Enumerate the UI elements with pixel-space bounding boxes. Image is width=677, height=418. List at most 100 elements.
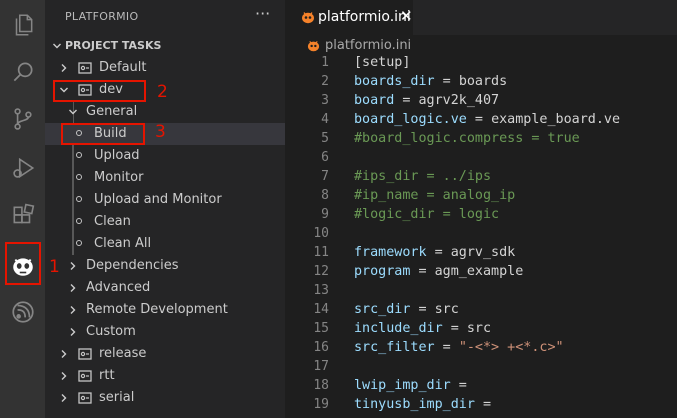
task-monitor[interactable]: Monitor xyxy=(45,167,285,189)
code-line: 15 include_dir = src xyxy=(285,319,677,338)
project-tasks-header[interactable]: PROJECT TASKS xyxy=(45,35,285,57)
task-circle-icon xyxy=(76,152,82,158)
line-number: 13 xyxy=(313,283,329,298)
task-label: Monitor xyxy=(94,170,144,185)
line-number: 3 xyxy=(321,93,329,108)
task-upload[interactable]: Upload xyxy=(45,145,285,167)
environment-icon xyxy=(78,348,92,360)
tree-item-default[interactable]: Default xyxy=(45,57,285,79)
code-line: 4 board_logic.ve = example_board.ve xyxy=(285,110,677,129)
annotation-number-3: 3 xyxy=(155,122,166,142)
line-number: 6 xyxy=(321,150,329,165)
line-number: 15 xyxy=(313,321,329,336)
search-icon[interactable] xyxy=(0,50,45,94)
tree-item-label: release xyxy=(99,346,147,361)
line-number: 4 xyxy=(321,112,329,127)
tree-item-serial[interactable]: serial xyxy=(45,387,285,409)
task-circle-icon xyxy=(76,218,82,224)
section-title: PROJECT TASKS xyxy=(65,39,162,52)
task-label: Upload xyxy=(94,148,140,163)
code-text: boards_dir = boards xyxy=(354,74,508,89)
tree-item-label: General xyxy=(86,104,138,119)
tree-item-label: Default xyxy=(99,60,147,75)
code-line: 8 #ip_name = analog_ip xyxy=(285,186,677,205)
code-text: [setup] xyxy=(354,55,411,70)
more-actions-icon[interactable]: ··· xyxy=(255,4,270,23)
task-label: Clean xyxy=(94,214,131,229)
line-number: 1 xyxy=(321,55,329,70)
tree-item-label: serial xyxy=(99,390,135,405)
tree-item-release[interactable]: release xyxy=(45,343,285,365)
line-number: 18 xyxy=(313,378,329,393)
chevron-right-icon xyxy=(67,277,79,299)
tree-item-advanced[interactable]: Advanced xyxy=(45,277,285,299)
environment-icon xyxy=(78,62,92,74)
code-text: #logic_dir = logic xyxy=(354,207,500,222)
chevron-down-icon xyxy=(51,35,63,57)
chevron-right-icon xyxy=(58,365,70,387)
line-number: 12 xyxy=(313,264,329,279)
tree-item-label: rtt xyxy=(99,368,115,383)
task-clean[interactable]: Clean xyxy=(45,211,285,233)
chevron-right-icon xyxy=(67,255,79,277)
code-line: 19 tinyusb_imp_dir = xyxy=(285,395,677,414)
tree-item-dependencies[interactable]: Dependencies xyxy=(45,255,285,277)
code-line: 7 #ips_dir = ../ips xyxy=(285,167,677,186)
task-label: Upload and Monitor xyxy=(94,192,222,207)
annotation-box-2 xyxy=(53,80,146,102)
run-debug-icon[interactable] xyxy=(0,146,45,190)
tree-item-label: Custom xyxy=(86,324,136,339)
task-circle-icon xyxy=(76,196,82,202)
line-number: 11 xyxy=(313,245,329,260)
line-number: 16 xyxy=(313,340,329,355)
tab-label: platformio.ini xyxy=(318,9,411,25)
chevron-right-icon xyxy=(58,57,70,79)
annotation-box-1 xyxy=(5,242,41,285)
code-line: 10 xyxy=(285,224,677,243)
line-number: 9 xyxy=(321,207,329,222)
source-control-icon[interactable] xyxy=(0,97,45,141)
tree-item-label: Remote Development xyxy=(86,302,228,317)
code-line: 17 xyxy=(285,357,677,376)
code-line: 1 [setup] xyxy=(285,53,677,72)
task-upload-and-monitor[interactable]: Upload and Monitor xyxy=(45,189,285,211)
task-circle-icon xyxy=(76,174,82,180)
platformio-file-icon xyxy=(302,12,314,24)
chevron-right-icon xyxy=(67,299,79,321)
line-number: 19 xyxy=(313,397,329,412)
tree-item-rtt[interactable]: rtt xyxy=(45,365,285,387)
code-line: 3 board = agrv2k_407 xyxy=(285,91,677,110)
close-icon[interactable]: ✕ xyxy=(400,7,413,25)
environment-icon xyxy=(78,370,92,382)
chevron-right-icon xyxy=(67,321,79,343)
code-text: board = agrv2k_407 xyxy=(354,93,500,108)
editor-tab-bar: platformio.ini ✕ xyxy=(285,0,677,35)
code-line: 13 xyxy=(285,281,677,300)
activity-bar xyxy=(0,0,45,418)
code-line: 6 xyxy=(285,148,677,167)
line-number: 17 xyxy=(313,359,329,374)
code-line: 16 src_filter = "-<*> +<*.c>" xyxy=(285,338,677,357)
tab-platformio-ini[interactable]: platformio.ini ✕ xyxy=(285,0,413,35)
explorer-icon[interactable] xyxy=(0,3,45,47)
code-line: 12 program = agm_example xyxy=(285,262,677,281)
code-text: include_dir = src xyxy=(354,321,492,336)
code-text: src_filter = "-<*> +<*.c>" xyxy=(354,340,564,355)
line-number: 8 xyxy=(321,188,329,203)
extensions-icon[interactable] xyxy=(0,194,45,238)
task-clean-all[interactable]: Clean All xyxy=(45,233,285,255)
code-line: 2 boards_dir = boards xyxy=(285,72,677,91)
sidebar-title: PLATFORMIO xyxy=(65,10,139,23)
code-editor[interactable]: 1 [setup] 2 boards_dir = boards 3 board = agr… xyxy=(285,55,677,418)
tree-item-general[interactable]: General xyxy=(45,101,285,123)
code-text: #ips_dir = ../ips xyxy=(354,169,492,184)
code-line: 5 #board_logic.compress = true xyxy=(285,129,677,148)
tree-item-remote-development[interactable]: Remote Development xyxy=(45,299,285,321)
code-text: program = agm_example xyxy=(354,264,524,279)
code-line: 14 src_dir = src xyxy=(285,300,677,319)
tree-item-custom[interactable]: Custom xyxy=(45,321,285,343)
task-circle-icon xyxy=(76,240,82,246)
chevron-right-icon xyxy=(58,343,70,365)
espressif-icon[interactable] xyxy=(0,290,45,334)
code-line: 18 lwip_imp_dir = xyxy=(285,376,677,395)
